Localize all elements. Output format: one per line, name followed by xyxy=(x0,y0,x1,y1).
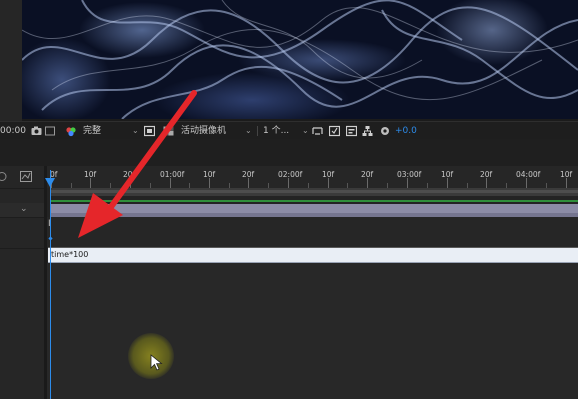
red-pointer-arrow-icon xyxy=(78,90,197,238)
mouse-pointer-icon xyxy=(150,354,163,371)
after-effects-window: 00:00 完整 ⌄ 活动摄像机 ⌄ 1 个... ⌄ +0.0 ⌄ 0f 10… xyxy=(0,0,578,399)
